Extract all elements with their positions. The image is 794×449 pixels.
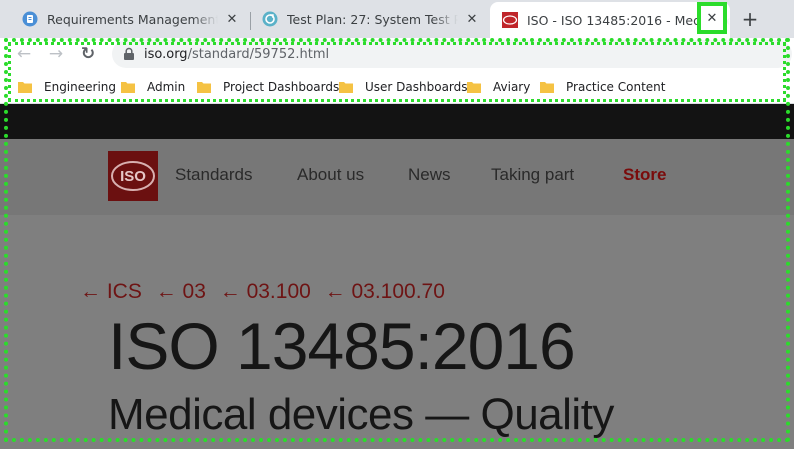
bookmark-practice-content[interactable]: Practice Content: [540, 78, 665, 96]
close-active-tab-button[interactable]: ✕: [697, 2, 727, 34]
folder-icon: [197, 82, 211, 93]
bookmark-label: Practice Content: [566, 80, 666, 94]
back-button[interactable]: ←: [12, 42, 36, 66]
reload-button[interactable]: ↻: [76, 42, 100, 66]
nav-store[interactable]: Store: [623, 165, 666, 185]
nav-taking-part[interactable]: Taking part: [491, 165, 574, 185]
bookmark-label: User Dashboards: [365, 80, 468, 94]
new-tab-button[interactable]: +: [738, 7, 762, 31]
iso-logo[interactable]: ISO: [108, 151, 158, 201]
url-path: /standard/59752.html: [187, 46, 330, 62]
close-icon: ✕: [706, 10, 718, 26]
site-top-bar: [0, 104, 794, 139]
close-tab-icon[interactable]: ✕: [462, 9, 482, 29]
web-page-viewport: ISO Standards About us News Taking part …: [0, 104, 794, 449]
address-bar[interactable]: iso.org/standard/59752.html: [112, 40, 792, 68]
nav-standards[interactable]: Standards: [175, 165, 253, 185]
test-plan-app-icon: [262, 11, 278, 27]
folder-icon: [18, 82, 32, 93]
bookmark-project-dashboards[interactable]: Project Dashboards: [197, 78, 339, 96]
page-subtitle: Medical devices — Quality: [108, 390, 614, 439]
bookmark-label: Engineering: [44, 80, 116, 94]
ics-breadcrumb: ← ICS ← 03 ← 03.100 ← 03.100.70: [80, 280, 453, 304]
close-tab-icon[interactable]: ✕: [222, 9, 242, 29]
bookmarks-bar: Engineering Admin Project Dashboards Use…: [0, 70, 794, 104]
bookmark-user-dashboards[interactable]: User Dashboards: [339, 78, 468, 96]
breadcrumb-03-100[interactable]: ← 03.100: [220, 280, 311, 303]
tab-iso-13485[interactable]: ISO - ISO 13485:2016 - Medical devices: [490, 2, 730, 38]
tab-test-plan[interactable]: Test Plan: 27: System Test Protocol ✕: [250, 4, 488, 34]
page-title: ISO 13485:2016: [108, 309, 576, 383]
nav-news[interactable]: News: [408, 165, 451, 185]
folder-icon: [540, 82, 554, 93]
browser-toolbar: ← → ↻ iso.org/standard/59752.html: [0, 38, 794, 70]
bookmark-label: Admin: [147, 80, 186, 94]
tab-requirements-management[interactable]: Requirements Management (RM) ✕: [10, 4, 248, 34]
bookmark-engineering[interactable]: Engineering: [18, 78, 116, 96]
folder-icon: [121, 82, 135, 93]
bookmark-admin[interactable]: Admin: [121, 78, 185, 96]
rm-app-icon: [22, 11, 38, 27]
bookmark-label: Project Dashboards: [223, 80, 340, 94]
tab-title: Test Plan: 27: System Test Protocol: [287, 11, 458, 27]
nav-about-us[interactable]: About us: [297, 165, 364, 185]
iso-favicon: [502, 12, 518, 28]
url-host: iso.org: [144, 46, 188, 62]
breadcrumb-ics[interactable]: ← ICS: [80, 280, 142, 303]
iso-logo-text: ISO: [120, 167, 146, 185]
folder-icon: [339, 82, 353, 93]
lock-icon: [124, 47, 134, 60]
url-text: iso.org/standard/59752.html: [144, 47, 329, 62]
breadcrumb-03-100-70[interactable]: ← 03.100.70: [325, 280, 445, 303]
folder-icon: [467, 82, 481, 93]
tab-title: Requirements Management (RM): [47, 11, 218, 27]
bookmark-aviary[interactable]: Aviary: [467, 78, 530, 96]
bookmark-label: Aviary: [493, 80, 531, 94]
tab-strip: Requirements Management (RM) ✕ Test Plan…: [0, 0, 794, 38]
breadcrumb-03[interactable]: ← 03: [156, 280, 206, 303]
forward-button[interactable]: →: [44, 42, 68, 66]
